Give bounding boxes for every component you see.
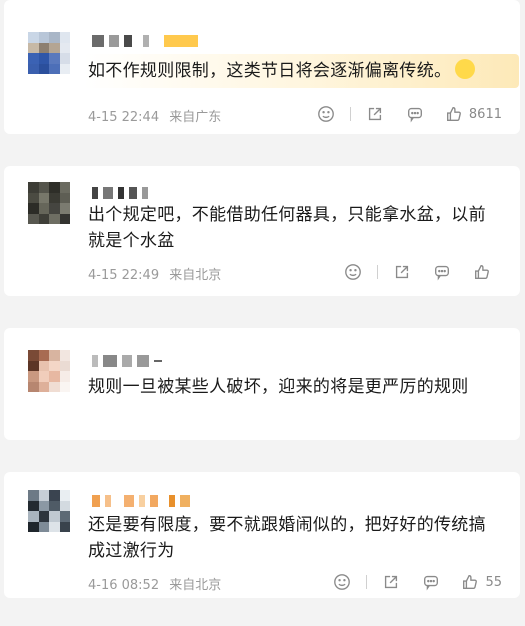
comment-actions <box>333 261 502 283</box>
smiley-face-icon <box>345 264 361 280</box>
username-blurred[interactable] <box>92 354 162 368</box>
emoji-button[interactable] <box>322 571 362 593</box>
avatar[interactable] <box>28 490 70 532</box>
like-count: 8611 <box>468 106 502 122</box>
comment-text: 规则一旦被某些人破坏，迎来的将是更严厉的规则 <box>88 377 469 397</box>
comment-meta: 4-15 22:44 来自广东 <box>88 106 227 125</box>
comment-bubble-icon <box>435 265 449 281</box>
divider <box>377 265 378 279</box>
username-blurred[interactable] <box>92 34 198 48</box>
comment-bubble-icon <box>424 575 439 591</box>
avatar[interactable] <box>28 350 70 392</box>
comment-card: 出个规定吧，不能借助任何器具，只能拿水盆，以前就是个水盆 4-15 22:49 … <box>4 166 520 296</box>
emoji-button[interactable] <box>333 261 373 283</box>
avatar[interactable] <box>28 32 70 74</box>
share-icon <box>385 575 398 589</box>
comment-actions: 8611 <box>306 103 502 125</box>
share-icon <box>395 265 409 279</box>
comment-location: 来自北京 <box>169 268 222 283</box>
like-button[interactable]: 55 <box>451 571 502 593</box>
sticker-badge-icon <box>455 59 476 79</box>
thumbs-up-icon <box>463 575 478 589</box>
share-button[interactable] <box>382 261 422 283</box>
comment-actions: 55 <box>322 571 502 593</box>
like-count: 55 <box>485 574 502 590</box>
comment-meta: 4-15 22:49 来自北京 <box>88 264 227 283</box>
smiley-face-icon <box>334 574 351 590</box>
comment-meta: 4-16 08:52 来自北京 <box>88 574 227 593</box>
comment-text: 出个规定吧，不能借助任何器具，只能拿水盆，以前就是个水盆 <box>88 205 486 251</box>
comment-location: 来自北京 <box>169 578 222 593</box>
username-blurred[interactable] <box>92 494 190 508</box>
reply-button[interactable] <box>411 571 451 593</box>
comment-card: 规则一旦被某些人破坏，迎来的将是更严厉的规则 <box>4 328 520 440</box>
smiley-face-icon <box>318 106 334 122</box>
like-button[interactable] <box>462 261 502 283</box>
reply-button[interactable] <box>422 261 462 283</box>
avatar[interactable] <box>28 182 70 224</box>
comment-date: 4-15 22:44 <box>88 110 160 125</box>
comment-text: 还是要有限度，要不就跟婚闹似的，把好好的传统搞成过激行为 <box>88 515 486 561</box>
comment-date: 4-16 08:52 <box>88 578 160 593</box>
comment-date: 4-15 22:49 <box>88 268 160 283</box>
comment-text: 如不作规则限制，这类节日将会逐渐偏离传统。 <box>88 58 492 84</box>
divider <box>349 107 351 121</box>
divider <box>366 575 368 589</box>
thumbs-up-icon <box>475 265 489 279</box>
reply-button[interactable] <box>395 103 435 125</box>
comment-location: 来自广东 <box>169 110 222 125</box>
emoji-button[interactable] <box>306 103 346 125</box>
username-blurred[interactable] <box>92 186 148 200</box>
thumbs-up-icon <box>446 107 461 121</box>
share-button[interactable] <box>371 571 411 593</box>
comment-bubble-icon <box>407 107 422 123</box>
share-icon <box>368 107 381 121</box>
comment-card: 如不作规则限制，这类节日将会逐渐偏离传统。 4-15 22:44 来自广东 86… <box>4 0 520 134</box>
share-button[interactable] <box>355 103 395 125</box>
like-button[interactable]: 8611 <box>435 103 502 125</box>
comment-card: 还是要有限度，要不就跟婚闹似的，把好好的传统搞成过激行为 4-16 08:52 … <box>4 472 520 598</box>
